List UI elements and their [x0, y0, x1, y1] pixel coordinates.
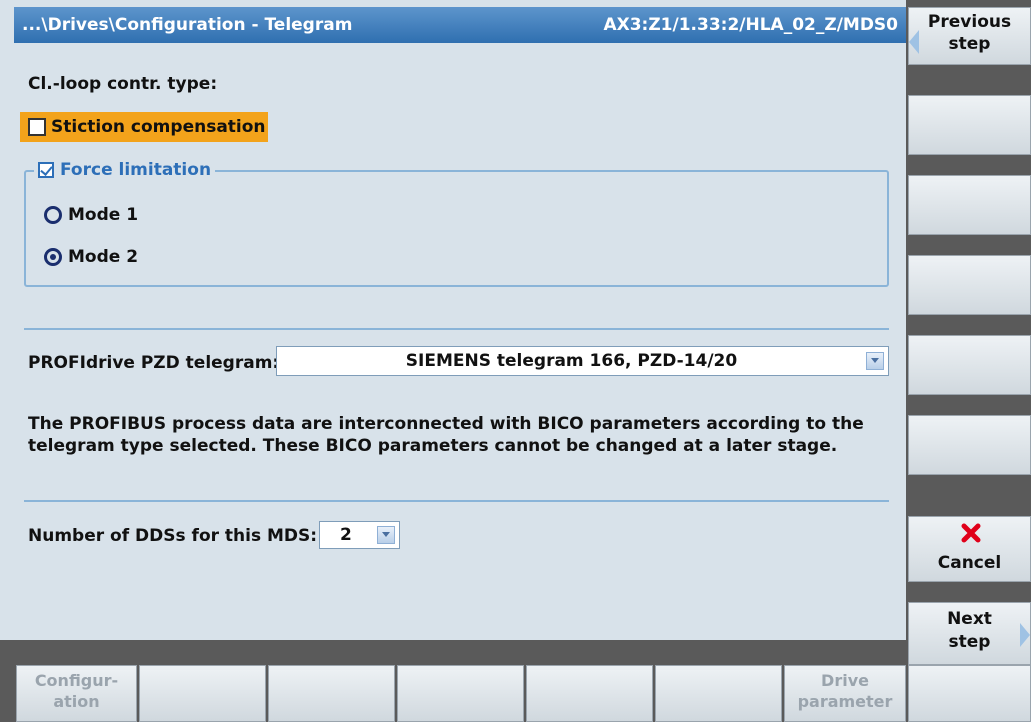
force-limitation-label: Force limitation — [60, 160, 212, 180]
softkey-bottom-3[interactable] — [268, 665, 395, 722]
checkbox-unchecked-icon[interactable] — [28, 118, 46, 136]
stiction-compensation-checkbox[interactable]: Stiction compensation — [20, 112, 268, 142]
softkey-right-6[interactable] — [908, 415, 1031, 475]
softkey-right-5[interactable] — [908, 335, 1031, 395]
stiction-label: Stiction compensation — [51, 117, 266, 137]
info-line-1: The PROFIBUS process data are interconne… — [28, 414, 864, 434]
divider — [24, 328, 889, 330]
mode-2-label: Mode 2 — [68, 247, 139, 267]
mode-2-radio[interactable]: Mode 2 — [44, 247, 138, 267]
softkey-right-3[interactable] — [908, 175, 1031, 235]
drive-parameter-label-1: Drive — [821, 671, 869, 690]
softkey-right-4[interactable] — [908, 255, 1031, 315]
dds-value: 2 — [340, 525, 352, 545]
previous-step-button[interactable]: Previous step — [908, 7, 1031, 65]
cancel-label: Cancel — [937, 553, 1002, 573]
configuration-label-1: Configur- — [34, 671, 119, 690]
radio-on-icon[interactable] — [44, 248, 62, 266]
softkey-bottom-5[interactable] — [526, 665, 653, 722]
checkbox-checked-icon[interactable] — [38, 162, 54, 178]
telegram-label: PROFIdrive PZD telegram: — [28, 353, 280, 373]
info-line-2: telegram type selected. These BICO param… — [28, 436, 838, 456]
close-icon — [961, 523, 981, 543]
force-limitation-group: Force limitation Mode 1 Mode 2 — [24, 160, 889, 287]
softkey-bottom-4[interactable] — [397, 665, 524, 722]
next-step-label-2: step — [948, 632, 991, 652]
previous-step-label-2: step — [948, 34, 991, 54]
loop-type-label: Cl.-loop contr. type: — [28, 74, 218, 94]
title-target: AX3:Z1/1.33:2/HLA_02_Z/MDS0 — [603, 15, 898, 35]
dds-select[interactable]: 2 — [319, 521, 400, 549]
mode-1-label: Mode 1 — [68, 205, 139, 225]
mode-1-radio[interactable]: Mode 1 — [44, 205, 138, 225]
dialog-area: ...\Drives\Configuration - Telegram AX3:… — [0, 0, 906, 640]
softkey-bottom-8[interactable] — [908, 665, 1031, 722]
configuration-label-2: ation — [53, 692, 100, 711]
divider — [24, 500, 889, 502]
softkey-right-2[interactable] — [908, 95, 1031, 155]
softkey-bottom-6[interactable] — [655, 665, 782, 722]
configuration-button[interactable]: Configur- ation — [16, 665, 137, 722]
telegram-select[interactable]: SIEMENS telegram 166, PZD-14/20 — [276, 346, 889, 376]
previous-step-label-1: Previous — [927, 12, 1012, 32]
drive-parameter-button[interactable]: Drive parameter — [784, 665, 906, 722]
info-text: The PROFIBUS process data are interconne… — [28, 413, 888, 457]
next-step-label-1: Next — [947, 609, 992, 629]
chevron-down-icon[interactable] — [377, 526, 395, 544]
cancel-button[interactable]: Cancel — [908, 516, 1031, 582]
next-step-button[interactable]: Next step — [908, 602, 1031, 665]
force-limitation-checkbox[interactable]: Force limitation — [34, 160, 216, 180]
title-path: ...\Drives\Configuration - Telegram — [22, 15, 353, 35]
drive-parameter-label-2: parameter — [797, 692, 893, 711]
title-bar: ...\Drives\Configuration - Telegram AX3:… — [14, 7, 906, 43]
radio-off-icon[interactable] — [44, 206, 62, 224]
chevron-down-icon[interactable] — [866, 352, 884, 370]
dds-label: Number of DDSs for this MDS: — [28, 526, 318, 546]
telegram-value: SIEMENS telegram 166, PZD-14/20 — [405, 351, 738, 371]
softkey-bottom-2[interactable] — [139, 665, 266, 722]
